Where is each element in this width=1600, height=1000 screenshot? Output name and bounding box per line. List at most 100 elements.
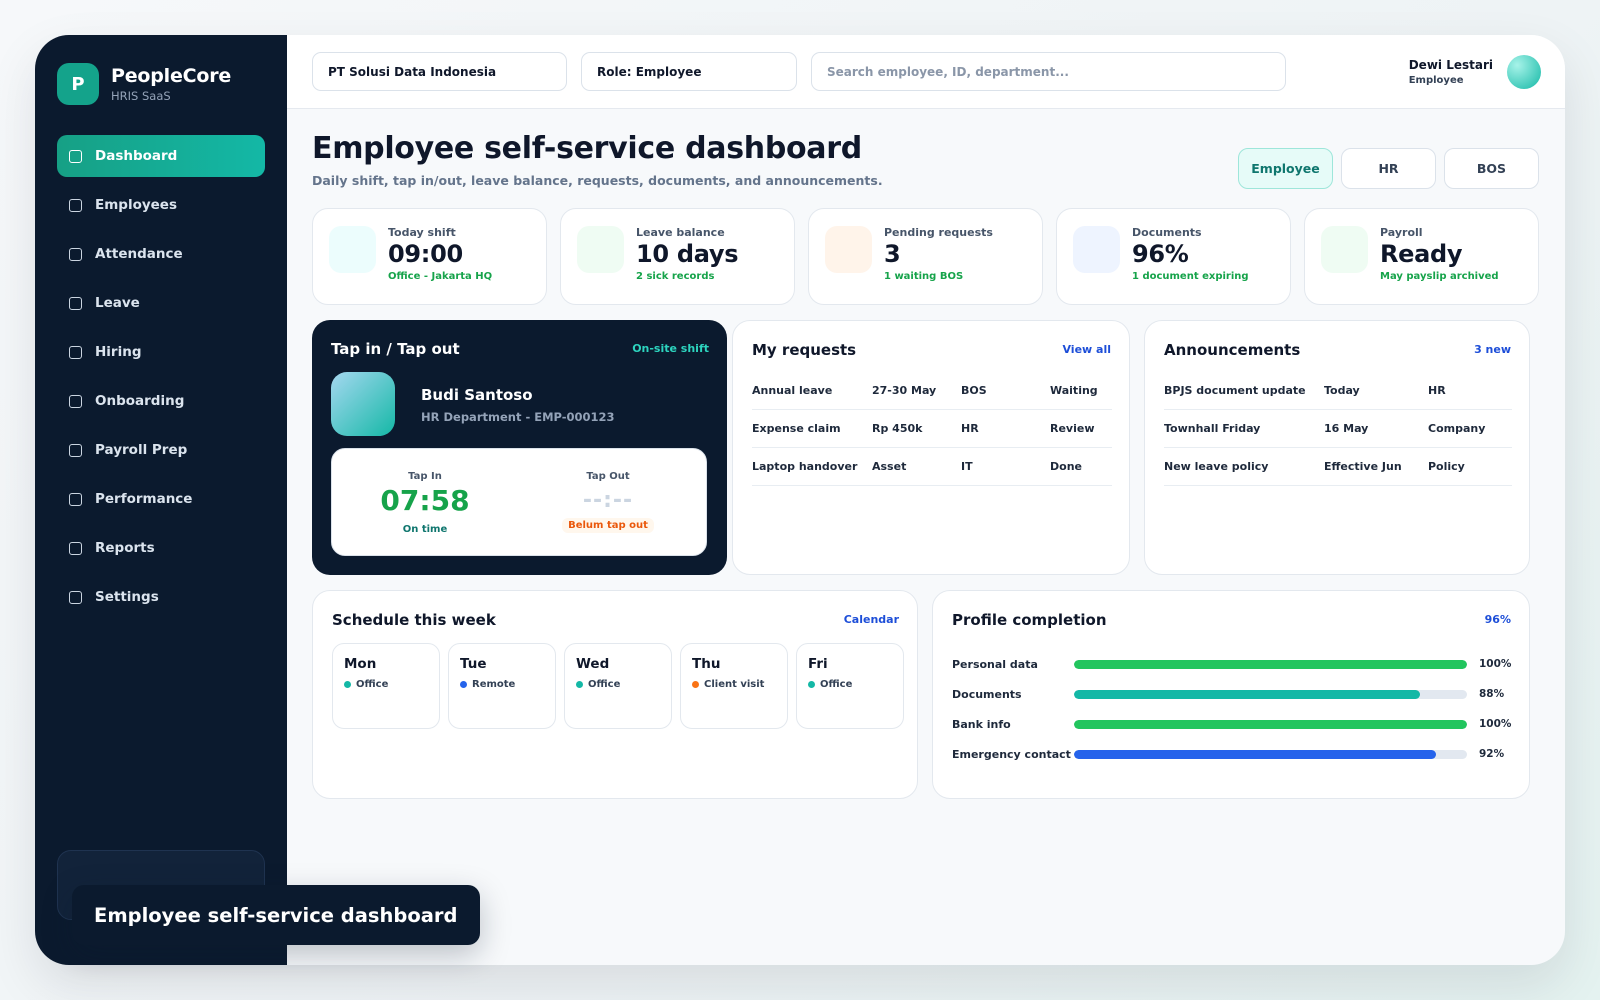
day-name: Thu bbox=[692, 656, 721, 672]
announcements-card: Announcements 3 new BPJS document update… bbox=[1144, 320, 1530, 575]
calendar-link[interactable]: Calendar bbox=[844, 613, 899, 626]
kpi-row: Today shift 09:00 Office - Jakarta HQ Leav… bbox=[312, 208, 1539, 305]
sidebar-item-performance[interactable]: Performance bbox=[57, 478, 265, 520]
sidebar-item-hiring[interactable]: Hiring bbox=[57, 331, 265, 373]
dot-icon bbox=[344, 681, 351, 688]
progress-value: 100% bbox=[1479, 718, 1512, 730]
sidebar-item-label: Employees bbox=[95, 197, 178, 213]
request-approver: IT bbox=[961, 460, 973, 473]
dot-icon bbox=[808, 681, 815, 688]
schedule-day-tue[interactable]: Tue Remote bbox=[448, 643, 556, 729]
square-icon bbox=[69, 345, 82, 359]
avatar[interactable] bbox=[1507, 55, 1541, 89]
kpi-label: Pending requests bbox=[884, 226, 993, 239]
profile-completion-card: Profile completion 96% Personal data 100%… bbox=[932, 590, 1530, 799]
table-row[interactable]: Expense claim Rp 450k HR Review bbox=[752, 410, 1112, 448]
schedule-day-thu[interactable]: Thu Client visit bbox=[680, 643, 788, 729]
sidebar-item-dashboard[interactable]: Dashboard bbox=[57, 135, 265, 177]
sidebar-item-label: Attendance bbox=[95, 246, 183, 262]
day-type: Office bbox=[356, 679, 389, 690]
day-name: Wed bbox=[576, 656, 610, 672]
tab-employee[interactable]: Employee bbox=[1238, 148, 1333, 189]
request-type: Expense claim bbox=[752, 422, 841, 435]
search-input[interactable]: Search employee, ID, department... bbox=[811, 52, 1286, 91]
list-item[interactable]: BPJS document update Today HR bbox=[1164, 372, 1512, 410]
progress-track bbox=[1074, 659, 1467, 669]
kpi-value: 09:00 bbox=[388, 240, 463, 268]
request-type: Annual leave bbox=[752, 384, 833, 397]
announcements-list: BPJS document update Today HR Townhall F… bbox=[1164, 372, 1512, 486]
tap-out-column[interactable]: Tap Out --:-- Belum tap out bbox=[533, 471, 683, 533]
page-toast: Employee self-service dashboard bbox=[72, 885, 480, 945]
employee-dept: HR Department - EMP-000123 bbox=[421, 410, 615, 424]
sidebar-item-reports[interactable]: Reports bbox=[57, 527, 265, 569]
kpi-today-shift[interactable]: Today shift 09:00 Office - Jakarta HQ bbox=[312, 208, 547, 305]
user-menu[interactable]: Dewi Lestari Employee bbox=[1409, 55, 1541, 89]
day-name: Tue bbox=[460, 656, 487, 672]
sidebar-item-settings[interactable]: Settings bbox=[57, 576, 265, 618]
list-item[interactable]: New leave policy Effective Jun Policy bbox=[1164, 448, 1512, 486]
announcement-date: Effective Jun bbox=[1324, 460, 1402, 473]
request-approver: BOS bbox=[961, 384, 987, 397]
kpi-pending-requests[interactable]: Pending requests 3 1 waiting BOS bbox=[808, 208, 1043, 305]
brand[interactable]: P PeopleCore HRIS SaaS bbox=[57, 63, 231, 105]
sidebar-item-attendance[interactable]: Attendance bbox=[57, 233, 265, 275]
company-selector[interactable]: PT Solusi Data Indonesia bbox=[312, 52, 567, 91]
kpi-documents[interactable]: Documents 96% 1 document expiring bbox=[1056, 208, 1291, 305]
kpi-leave-balance[interactable]: Leave balance 10 days 2 sick records bbox=[560, 208, 795, 305]
square-icon bbox=[69, 541, 82, 555]
tap-card: Tap in / Tap out On-site shift Budi Sant… bbox=[312, 320, 727, 575]
schedule-day-mon[interactable]: Mon Office bbox=[332, 643, 440, 729]
tap-in-column[interactable]: Tap In 07:58 On time bbox=[350, 471, 500, 537]
user-role: Employee bbox=[1408, 75, 1464, 86]
tap-status-box: Tap In 07:58 On time Tap Out --:-- Belum… bbox=[331, 448, 707, 556]
list-item[interactable]: Townhall Friday 16 May Company bbox=[1164, 410, 1512, 448]
role-tabs: Employee HR BOS bbox=[1238, 148, 1539, 189]
request-type: Laptop handover bbox=[752, 460, 858, 473]
requests-card: My requests View all Annual leave 27-30 … bbox=[732, 320, 1130, 575]
table-row[interactable]: Annual leave 27-30 May BOS Waiting bbox=[752, 372, 1112, 410]
brand-name: PeopleCore bbox=[111, 65, 232, 87]
requests-title: My requests bbox=[752, 341, 857, 359]
tab-bos[interactable]: BOS bbox=[1444, 148, 1539, 189]
employee-name: Budi Santoso bbox=[421, 386, 533, 404]
sidebar-item-label: Leave bbox=[95, 295, 140, 311]
announcement-title: New leave policy bbox=[1164, 460, 1269, 473]
sidebar-nav: Dashboard Employees Attendance Leave Hir… bbox=[57, 135, 265, 625]
sidebar-item-leave[interactable]: Leave bbox=[57, 282, 265, 324]
square-icon bbox=[69, 394, 82, 408]
new-announcements-link[interactable]: 3 new bbox=[1474, 343, 1511, 356]
day-type: Remote bbox=[472, 679, 516, 690]
sidebar-item-onboarding[interactable]: Onboarding bbox=[57, 380, 265, 422]
sidebar-item-label: Reports bbox=[95, 540, 155, 556]
dot-icon bbox=[576, 681, 583, 688]
tap-shift-badge: On-site shift bbox=[632, 342, 709, 355]
request-status: Waiting bbox=[1050, 384, 1098, 397]
view-all-link[interactable]: View all bbox=[1062, 343, 1111, 356]
tap-in-label: Tap In bbox=[408, 471, 442, 482]
kpi-label: Documents bbox=[1132, 226, 1202, 239]
progress-row: Personal data 100% bbox=[952, 649, 1511, 679]
sidebar-item-employees[interactable]: Employees bbox=[57, 184, 265, 226]
app-frame: P PeopleCore HRIS SaaS Dashboard Employe… bbox=[35, 35, 1565, 965]
square-icon bbox=[69, 296, 82, 310]
kpi-value: 10 days bbox=[636, 240, 739, 268]
progress-track bbox=[1074, 689, 1467, 699]
kpi-label: Payroll bbox=[1380, 226, 1423, 239]
sidebar: P PeopleCore HRIS SaaS Dashboard Employe… bbox=[35, 35, 287, 965]
role-selector[interactable]: Role: Employee bbox=[581, 52, 797, 91]
progress-fill bbox=[1074, 719, 1467, 729]
schedule-day-wed[interactable]: Wed Office bbox=[564, 643, 672, 729]
sidebar-item-payroll-prep[interactable]: Payroll Prep bbox=[57, 429, 265, 471]
profile-title: Profile completion bbox=[952, 611, 1107, 629]
schedule-day-fri[interactable]: Fri Office bbox=[796, 643, 904, 729]
kpi-note: Office - Jakarta HQ bbox=[388, 271, 493, 282]
page-title: Employee self-service dashboard bbox=[312, 131, 862, 166]
kpi-payroll[interactable]: Payroll Ready May payslip archived bbox=[1304, 208, 1539, 305]
kpi-note: 1 waiting BOS bbox=[884, 271, 964, 282]
table-row[interactable]: Laptop handover Asset IT Done bbox=[752, 448, 1112, 486]
progress-fill bbox=[1074, 659, 1467, 669]
requests-list: Annual leave 27-30 May BOS Waiting Expen… bbox=[752, 372, 1112, 486]
tab-hr[interactable]: HR bbox=[1341, 148, 1436, 189]
sidebar-item-label: Performance bbox=[95, 491, 193, 507]
